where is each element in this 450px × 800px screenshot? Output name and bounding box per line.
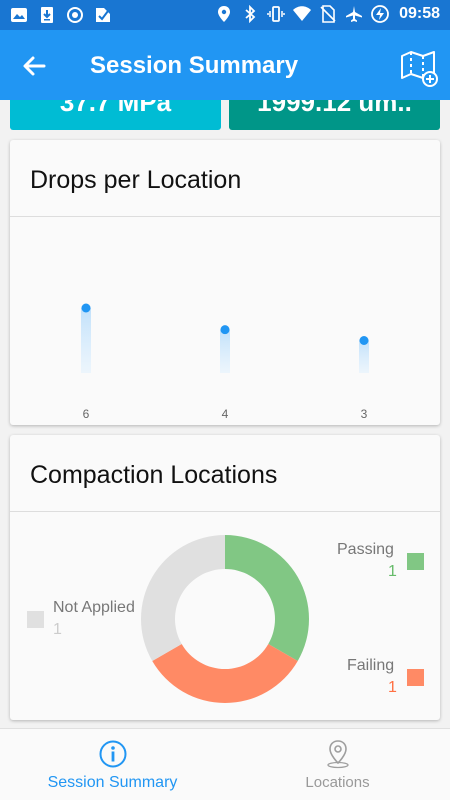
app-bar: Session Summary xyxy=(0,30,450,100)
thickness-value: 1999.12 um.. xyxy=(257,100,412,117)
donut-slice-failing xyxy=(152,644,298,703)
nav-session-summary-label: Session Summary xyxy=(47,774,178,791)
info-icon xyxy=(99,740,126,768)
strength-tile: 37.7 MPa xyxy=(10,100,221,130)
bluetooth-icon xyxy=(245,5,256,23)
bar-point-0 xyxy=(81,303,91,313)
no-sim-icon xyxy=(320,5,336,23)
arrow-back-icon[interactable] xyxy=(20,52,48,80)
airplane-icon xyxy=(346,6,363,22)
bar-point-2 xyxy=(359,336,369,345)
record-icon xyxy=(67,7,83,23)
download-icon xyxy=(41,7,53,23)
status-time: 09:58 xyxy=(399,5,440,22)
legend-failing-swatch xyxy=(407,669,424,686)
legend-passing-value: 1 xyxy=(388,563,397,580)
legend-not-applied-value: 1 xyxy=(53,621,62,638)
location-pin-icon xyxy=(218,6,231,22)
legend-not-applied-label: Not Applied xyxy=(53,599,135,616)
bar-2 xyxy=(359,340,369,373)
drops-per-location-card: Drops per Location 6 4 3 xyxy=(10,140,440,425)
bottom-navigation: Session Summary Locations xyxy=(0,728,450,800)
summary-content[interactable]: 37.7 MPa 1999.12 um.. Drops per Location… xyxy=(0,100,450,728)
bar-point-1 xyxy=(220,325,230,335)
x-tick-label-2: 3 xyxy=(361,407,368,421)
bar-1 xyxy=(220,329,230,373)
location-pin-icon xyxy=(326,740,349,769)
x-tick-label-0: 6 xyxy=(83,407,90,421)
nav-session-summary[interactable]: Session Summary xyxy=(0,729,225,800)
legend-passing-swatch xyxy=(407,553,424,570)
card-header: Compaction Locations xyxy=(10,435,440,512)
vibrate-icon xyxy=(267,6,285,22)
compaction-chart-area: Passing 1 Failing 1 Not Applied 1 xyxy=(10,513,440,720)
donut-slice-not-applied xyxy=(141,535,225,661)
card-header: Drops per Location xyxy=(10,140,440,217)
wifi-icon xyxy=(293,6,312,21)
legend-failing-label: Failing xyxy=(347,657,395,674)
battery-saver-icon xyxy=(371,5,389,23)
compaction-card-title: Compaction Locations xyxy=(30,461,278,489)
nav-locations[interactable]: Locations xyxy=(225,729,450,800)
thickness-tile: 1999.12 um.. xyxy=(229,100,440,130)
strength-value: 37.7 MPa xyxy=(59,100,172,117)
legend-passing-label: Passing xyxy=(337,541,394,558)
compaction-locations-card: Compaction Locations Passing 1 Failing 1… xyxy=(10,435,440,720)
map-add-icon[interactable] xyxy=(398,46,440,88)
drops-bar-chart: 6 4 3 xyxy=(81,303,369,421)
x-tick-label-1: 4 xyxy=(222,407,229,421)
checklist-icon xyxy=(96,8,110,22)
page-title: Session Summary xyxy=(90,52,299,79)
bar-0 xyxy=(81,308,91,373)
legend-not-applied-swatch xyxy=(27,611,44,628)
drops-card-title: Drops per Location xyxy=(30,166,242,194)
nav-locations-label: Locations xyxy=(305,774,370,791)
status-bar: 09:58 xyxy=(0,0,450,30)
image-icon xyxy=(11,8,27,22)
donut-slice-passing xyxy=(225,535,309,661)
legend-failing-value: 1 xyxy=(388,679,397,696)
